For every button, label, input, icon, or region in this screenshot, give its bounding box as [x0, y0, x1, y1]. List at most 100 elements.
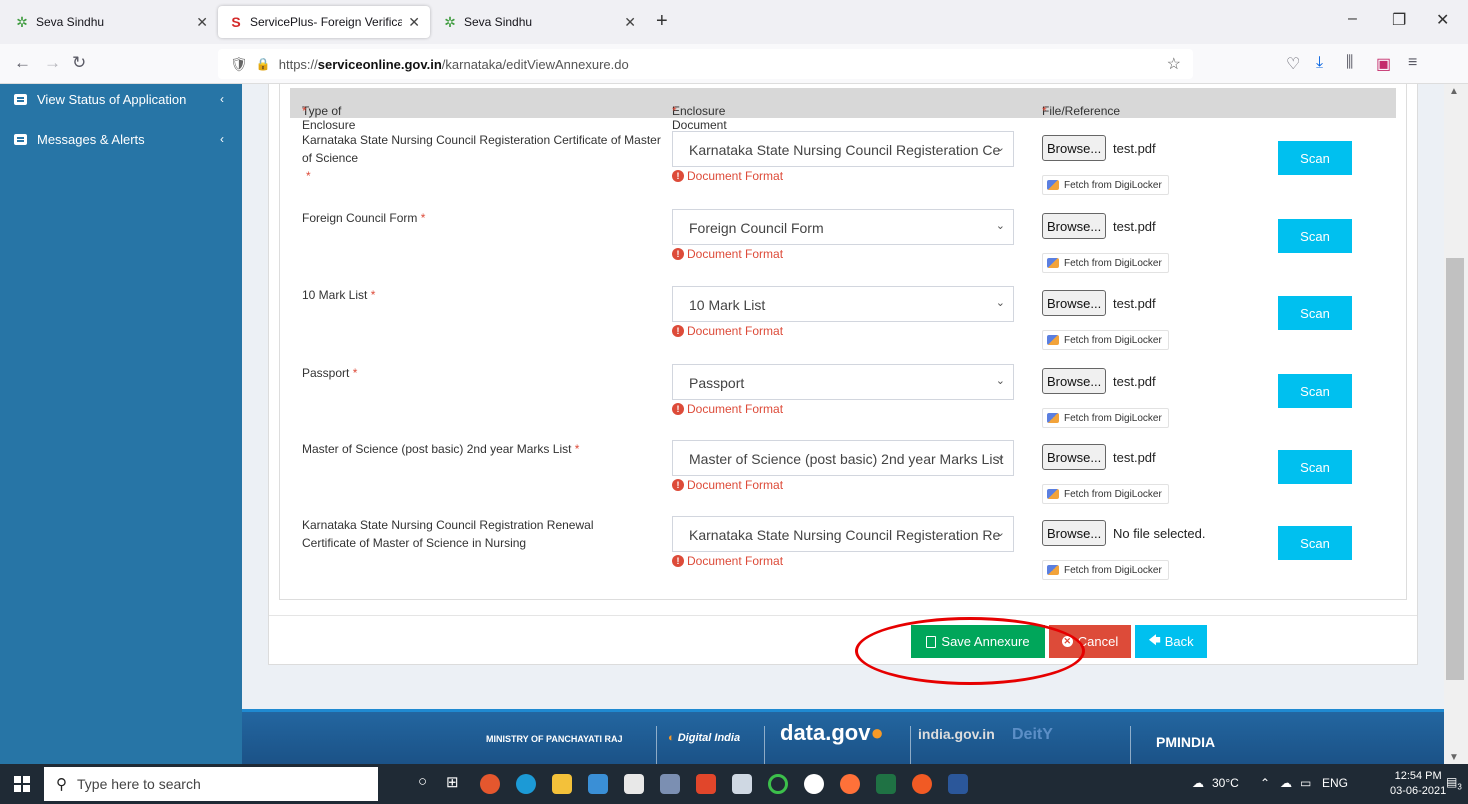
scan-button[interactable]: Scan — [1278, 141, 1352, 175]
digilocker-button[interactable]: Fetch from DigiLocker — [1042, 560, 1169, 580]
document-format-link[interactable]: ! Document Format — [672, 169, 783, 183]
document-format-link[interactable]: ! Document Format — [672, 402, 783, 416]
show-hidden-icons[interactable]: ⌃ — [1260, 776, 1270, 790]
notification-icon[interactable]: ▤3 — [1446, 775, 1462, 791]
scroll-down-icon[interactable]: ▼ — [1449, 752, 1459, 763]
word-icon[interactable] — [948, 774, 968, 794]
back-arrow-icon[interactable]: ← — [14, 53, 31, 73]
address-bar[interactable]: 🛡 🔒 https://serviceonline.gov.in/karnata… — [218, 49, 1193, 79]
office-icon[interactable] — [696, 774, 716, 794]
app-orange-icon[interactable] — [912, 774, 932, 794]
file-name: test.pdf — [1113, 141, 1156, 156]
pocket-icon[interactable]: ♡ — [1286, 54, 1300, 74]
enclosure-document-select[interactable]: Karnataka State Nursing Council Register… — [672, 516, 1014, 552]
chrome-icon[interactable] — [480, 774, 500, 794]
info-icon: ! — [672, 170, 684, 182]
store-icon[interactable] — [624, 774, 644, 794]
browser-tab-2[interactable]: S ServicePlus- Foreign Verification ✕ — [218, 6, 430, 38]
chevron-down-icon: ⌄ — [995, 451, 1005, 463]
edge-icon[interactable] — [516, 774, 536, 794]
enclosure-document-select[interactable]: Passport ⌄ — [672, 364, 1014, 400]
clock-time: 12:54 PM — [1394, 770, 1442, 782]
firefox-icon[interactable] — [840, 774, 860, 794]
digilocker-button[interactable]: Fetch from DigiLocker — [1042, 253, 1169, 273]
download-icon[interactable]: ⤓ — [1316, 54, 1323, 72]
sidebar: View Status of Application ‹ Messages & … — [0, 84, 242, 764]
file-explorer-icon[interactable] — [552, 774, 572, 794]
divider — [1130, 726, 1131, 764]
bookmark-star-icon[interactable]: ☆ — [1167, 54, 1181, 74]
enclosure-label: Karnataka State Nursing Council Registra… — [302, 518, 594, 550]
sidebar-item-messages[interactable]: Messages & Alerts ‹ — [0, 124, 242, 154]
mail-icon[interactable] — [588, 774, 608, 794]
excel-icon[interactable] — [876, 774, 896, 794]
enclosure-document-select[interactable]: Foreign Council Form ⌄ — [672, 209, 1014, 245]
new-tab-icon[interactable]: + — [656, 10, 668, 33]
digilocker-button[interactable]: Fetch from DigiLocker — [1042, 484, 1169, 504]
document-format-link[interactable]: ! Document Format — [672, 247, 783, 261]
scan-button[interactable]: Scan — [1278, 219, 1352, 253]
enclosure-document-select[interactable]: Karnataka State Nursing Council Register… — [672, 131, 1014, 167]
app-circle-icon[interactable] — [804, 774, 824, 794]
pmindia-logo[interactable]: PMINDIA — [1156, 734, 1215, 750]
browse-button[interactable]: Browse... — [1042, 520, 1107, 546]
scan-button[interactable]: Scan — [1278, 296, 1352, 330]
digilocker-button[interactable]: Fetch from DigiLocker — [1042, 175, 1169, 195]
divider — [656, 726, 657, 764]
shield-icon: 🛡 — [230, 55, 248, 72]
close-tab-icon[interactable]: ✕ — [624, 14, 636, 31]
language-indicator[interactable]: ENG — [1322, 776, 1348, 790]
browse-button[interactable]: Browse... — [1042, 444, 1107, 470]
weather-icon: ☁ — [1192, 776, 1204, 790]
restore-icon[interactable]: ❐ — [1392, 10, 1406, 30]
enclosure-document-select[interactable]: 10 Mark List ⌄ — [672, 286, 1014, 322]
library-icon[interactable]: ⫼ — [1346, 54, 1353, 72]
sidebar-item-view-status[interactable]: View Status of Application ‹ — [0, 84, 242, 114]
document-format-link[interactable]: ! Document Format — [672, 478, 783, 492]
digital-india-logo[interactable]: ◐ Digital India — [668, 732, 740, 744]
close-tab-icon[interactable]: ✕ — [196, 14, 208, 31]
browse-button[interactable]: Browse... — [1042, 368, 1107, 394]
browse-button[interactable]: Browse... — [1042, 213, 1107, 239]
panchayati-raj-logo[interactable]: MINISTRY OF PANCHAYATI RAJ — [486, 734, 623, 744]
browser-tab-1[interactable]: ✲ Seva Sindhu ✕ — [4, 6, 218, 38]
weather-temp[interactable]: 30°C — [1212, 776, 1239, 790]
scan-button[interactable]: Scan — [1278, 374, 1352, 408]
cloud-icon[interactable]: ☁ — [1280, 776, 1292, 790]
forward-arrow-icon[interactable]: → — [44, 53, 61, 73]
windows-start-icon[interactable] — [14, 776, 30, 792]
document-app-icon[interactable] — [732, 774, 752, 794]
scroll-up-icon[interactable]: ▲ — [1449, 86, 1459, 97]
digilocker-button[interactable]: Fetch from DigiLocker — [1042, 330, 1169, 350]
data-gov-logo[interactable]: data.gov● — [780, 720, 884, 746]
scan-button[interactable]: Scan — [1278, 450, 1352, 484]
scan-button[interactable]: Scan — [1278, 526, 1352, 560]
extension-icon[interactable]: ▣ — [1376, 54, 1391, 74]
back-button[interactable]: 🡄 Back — [1135, 625, 1207, 658]
app-icon[interactable] — [660, 774, 680, 794]
minimize-icon[interactable]: – — [1348, 10, 1357, 28]
digilocker-button[interactable]: Fetch from DigiLocker — [1042, 408, 1169, 428]
task-view-icon[interactable]: ⊞ — [446, 773, 459, 791]
network-icon[interactable]: ▭ — [1300, 776, 1311, 790]
enclosure-document-select[interactable]: Master of Science (post basic) 2nd year … — [672, 440, 1014, 476]
browser-tab-3[interactable]: ✲ Seva Sindhu ✕ — [432, 6, 646, 38]
scrollbar-thumb[interactable] — [1446, 258, 1464, 680]
deity-logo[interactable]: DeitY — [1012, 726, 1053, 744]
menu-icon[interactable]: ≡ — [1408, 54, 1417, 72]
document-format-link[interactable]: ! Document Format — [672, 324, 783, 338]
taskbar-clock[interactable]: 12:54 PM 03-06-2021 — [1390, 769, 1446, 799]
digilocker-icon — [1047, 258, 1059, 268]
india-gov-logo[interactable]: india.gov.in — [918, 726, 995, 742]
seva-sindhu-icon: ✲ — [16, 13, 28, 30]
cortana-icon[interactable]: ○ — [418, 773, 427, 790]
file-name: No file selected. — [1113, 526, 1206, 541]
document-format-link[interactable]: ! Document Format — [672, 554, 783, 568]
close-window-icon[interactable]: ✕ — [1436, 10, 1449, 30]
browse-button[interactable]: Browse... — [1042, 290, 1107, 316]
close-tab-icon[interactable]: ✕ — [408, 14, 420, 31]
reload-icon[interactable]: ↻ — [72, 53, 86, 73]
sync-app-icon[interactable] — [768, 774, 788, 794]
taskbar-search[interactable]: ⚲ Type here to search — [44, 767, 378, 801]
browse-button[interactable]: Browse... — [1042, 135, 1107, 161]
